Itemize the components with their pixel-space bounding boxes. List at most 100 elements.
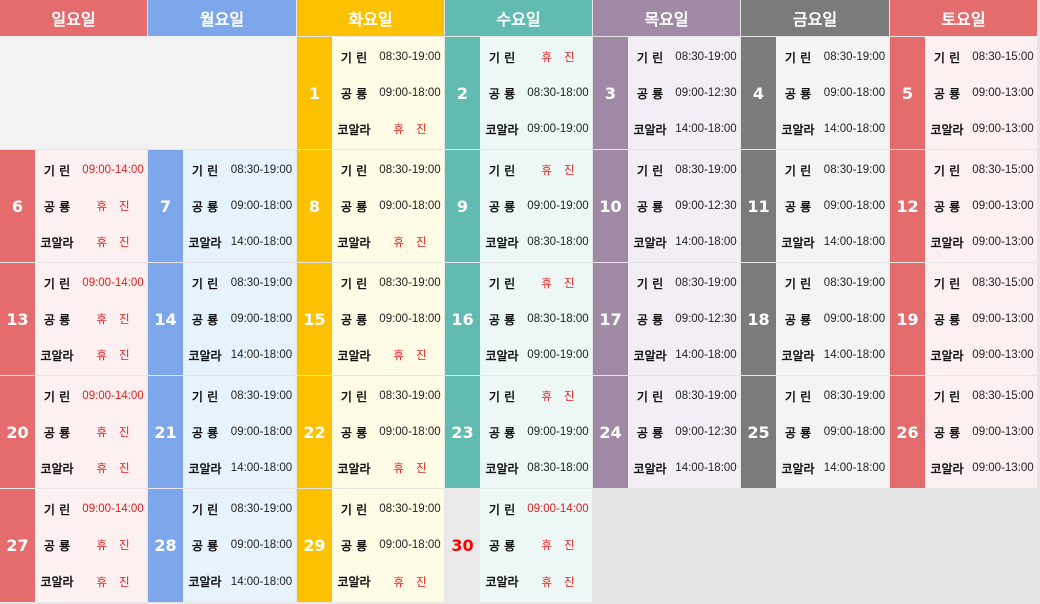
doctor-row: 코알라 14:00-18:00 — [183, 337, 296, 373]
hours-value: 08:30-19:00 — [823, 390, 886, 402]
hours-value: 09:00-18:00 — [230, 313, 293, 325]
day-cell-1[interactable]: 1 기 린 08:30-19:00 공 룡 09:00-18:00 코알라 휴진 — [297, 37, 444, 149]
day-cell-18[interactable]: 18 기 린 08:30-19:00 공 룡 09:00-18:00 코알라 14:00-1… — [741, 263, 889, 375]
day-number: 4 — [741, 37, 776, 149]
day-cell-6[interactable]: 6기 린 09:00-14:00 공 룡 휴진 코알라 휴진 — [0, 150, 147, 262]
day-cell-7[interactable]: 7 기 린 08:30-19:00 공 룡 09:00-18:00 코알라 14:00-18… — [148, 150, 296, 262]
closed-label: 휴진 — [393, 350, 439, 362]
day-number: 27 — [0, 489, 35, 602]
day-cell-17[interactable]: 17 기 린 08:30-19:00 공 룡 09:00-12:30 코알라 14:00-1… — [593, 263, 740, 375]
day-cell-10[interactable]: 10 기 린 08:30-19:00 공 룡 09:00-12:30 코알라 14:00-1… — [593, 150, 740, 262]
day-cell-22[interactable]: 22 기 린 08:30-19:00 공 룡 09:00-18:00 코알라 휴진 — [297, 376, 444, 488]
day-cell-16[interactable]: 16 기 린 휴진 공 룡 08:30-18:00 코알라 09:00-19:00 — [445, 263, 592, 375]
day-cell-23[interactable]: 23 기 린 휴진 공 룡 09:00-19:00 코알라 08:30-18:00 — [445, 376, 592, 488]
day-cell-4[interactable]: 4 기 린 08:30-19:00 공 룡 09:00-18:00 코알라 14:00-18… — [741, 37, 889, 149]
doctor-name: 기 린 — [784, 50, 812, 65]
doctor-name: 코알라 — [633, 122, 667, 137]
day-cell-26[interactable]: 26 기 린 08:30-15:00 공 룡 09:00-13:00 코알라 09:00-1… — [890, 376, 1037, 488]
day-number: 28 — [148, 489, 183, 602]
doctor-name: 기 린 — [340, 163, 368, 178]
hours-value: 09:00-18:00 — [230, 539, 293, 552]
doctor-row: 공 룡 09:00-18:00 — [776, 414, 889, 450]
doctor-name: 기 린 — [191, 276, 219, 291]
doctor-row: 기 린 휴진 — [480, 152, 592, 188]
doctor-hours: 기 린 08:30-19:00 공 룡 09:00-18:00 코알라 14:00-18:… — [183, 489, 296, 602]
day-cell-28[interactable]: 28 기 린 08:30-19:00 공 룡 09:00-18:00 코알라 14:00-1… — [148, 489, 296, 602]
day-cell-27[interactable]: 27 기 린 09:00-14:00 공 룡 휴진 코알라 휴진 — [0, 489, 147, 602]
doctor-row: 공 룡 09:00-18:00 — [183, 301, 296, 337]
doctor-row: 코알라 09:00-13:00 — [925, 224, 1037, 260]
day-cell-8[interactable]: 8 기 린 08:30-19:00 공 룡 09:00-18:00 코알라 휴진 — [297, 150, 444, 262]
doctor-hours: 기 린 08:30-15:00 공 룡 09:00-13:00 코알라 09:00-13:… — [925, 37, 1037, 149]
empty-cell — [0, 36, 148, 149]
hours-value: 08:30-15:00 — [972, 277, 1034, 289]
doctor-name: 코알라 — [188, 235, 222, 250]
doctor-row: 공 룡 09:00-18:00 — [183, 527, 296, 563]
doctor-name: 코알라 — [485, 461, 519, 476]
doctor-row: 기 린 휴진 — [480, 39, 592, 75]
day-cell-21[interactable]: 21 기 린 08:30-19:00 공 룡 09:00-18:00 코알라 14:00-1… — [148, 376, 296, 488]
day-number: 5 — [890, 37, 925, 149]
doctor-name: 기 린 — [488, 163, 516, 178]
doctor-name: 공 룡 — [784, 312, 812, 327]
doctor-hours: 기 린 09:00-14:00 공 룡 휴진 코알라 휴진 — [35, 376, 147, 488]
doctor-row: 코알라 14:00-18:00 — [183, 450, 296, 486]
day-cell-5[interactable]: 5 기 린 08:30-15:00 공 룡 09:00-13:00 코알라 09:00-13… — [890, 37, 1037, 149]
doctor-hours: 기 린 08:30-19:00 공 룡 09:00-18:00 코알라 14:00-18:… — [183, 376, 296, 488]
doctor-row: 기 린 08:30-19:00 — [776, 378, 889, 414]
day-cell-24[interactable]: 24 기 린 08:30-19:00 공 룡 09:00-12:30 코알라 14:00-1… — [593, 376, 740, 488]
day-cell-9[interactable]: 9 기 린 휴진 공 룡 09:00-19:00 코알라 08:30-18:00 — [445, 150, 592, 262]
doctor-hours: 기 린 08:30-19:00 공 룡 09:00-18:00 코알라 14:00-18:… — [183, 150, 296, 262]
hours-value: 09:00-18:00 — [379, 313, 441, 325]
doctor-row: 코알라 휴진 — [332, 564, 444, 600]
doctor-name: 기 린 — [340, 502, 368, 517]
hours-value: 09:00-13:00 — [972, 349, 1034, 361]
doctor-row: 공 룡 09:00-18:00 — [183, 414, 296, 450]
doctor-row: 코알라 14:00-18:00 — [776, 224, 889, 260]
doctor-hours: 기 린 08:30-19:00 공 룡 09:00-18:00 코알라 휴진 — [332, 263, 444, 375]
doctor-name: 기 린 — [43, 163, 71, 178]
hours-value: 14:00-18:00 — [823, 462, 886, 474]
day-cell-15[interactable]: 15 기 린 08:30-19:00 공 룡 09:00-18:00 코알라 휴진 — [297, 263, 444, 375]
day-cell-13[interactable]: 13 기 린 09:00-14:00 공 룡 휴진 코알라 휴진 — [0, 263, 147, 375]
doctor-row: 공 룡 휴진 — [35, 527, 147, 563]
hours-value: 08:30-15:00 — [972, 390, 1034, 402]
doctor-name: 공 룡 — [784, 425, 812, 440]
doctor-row: 코알라 09:00-13:00 — [925, 337, 1037, 373]
doctor-row: 코알라 휴진 — [332, 111, 444, 147]
doctor-name: 공 룡 — [488, 425, 516, 440]
day-cell-25[interactable]: 25 기 린 08:30-19:00 공 룡 09:00-18:00 코알라 14:00-1… — [741, 376, 889, 488]
day-cell-11[interactable]: 11 기 린 08:30-19:00 공 룡 09:00-18:00 코알라 14:00-1… — [741, 150, 889, 262]
doctor-row: 공 룡 09:00-18:00 — [776, 188, 889, 224]
doctor-row: 코알라 14:00-18:00 — [628, 450, 740, 486]
doctor-name: 공 룡 — [43, 312, 71, 327]
day-cell-20[interactable]: 20 기 린 09:00-14:00 공 룡 휴진 코알라 휴진 — [0, 376, 147, 488]
day-cell-12[interactable]: 12 기 린 08:30-15:00 공 룡 09:00-13:00 코알라 09:00-1… — [890, 150, 1037, 262]
hours-value: 14:00-18:00 — [675, 236, 737, 248]
hours-value: 08:30-19:00 — [379, 503, 441, 516]
doctor-name: 기 린 — [43, 276, 71, 291]
doctor-name: 기 린 — [43, 502, 71, 517]
doctor-name: 코알라 — [337, 575, 371, 590]
doctor-name: 코알라 — [781, 348, 815, 363]
doctor-row: 기 린 휴진 — [480, 378, 592, 414]
hours-value: 09:00-18:00 — [823, 200, 886, 212]
closed-label: 휴진 — [393, 576, 439, 589]
doctor-row: 기 린 08:30-15:00 — [925, 152, 1037, 188]
day-cell-29[interactable]: 29 기 린 08:30-19:00 공 룡 09:00-18:00 코알라 휴진 — [297, 489, 444, 602]
doctor-name: 공 룡 — [488, 538, 516, 553]
doctor-name: 기 린 — [933, 389, 961, 404]
doctor-name: 공 룡 — [43, 199, 71, 214]
doctor-name: 기 린 — [488, 50, 516, 65]
day-cell-3[interactable]: 3 기 린 08:30-19:00 공 룡 09:00-12:30 코알라 14:00-18… — [593, 37, 740, 149]
day-number: 18 — [741, 263, 776, 375]
day-cell-19[interactable]: 19 기 린 08:30-15:00 공 룡 09:00-13:00 코알라 09:00-1… — [890, 263, 1037, 375]
doctor-row: 기 린 08:30-19:00 — [776, 39, 889, 75]
day-cell-2[interactable]: 2 기 린 휴진 공 룡 08:30-18:00 코알라 09:00-19:00 — [445, 37, 592, 149]
day-number: 20 — [0, 376, 35, 488]
closed-label: 휴진 — [96, 314, 142, 326]
day-cell-14[interactable]: 14 기 린 08:30-19:00 공 룡 09:00-18:00 코알라 14:00-1… — [148, 263, 296, 375]
day-cell-30[interactable]: 30 기 린 09:00-14:00 공 룡 휴진 코알라 휴진 — [445, 489, 592, 602]
doctor-row: 기 린 08:30-19:00 — [183, 378, 296, 414]
doctor-name: 코알라 — [337, 348, 371, 363]
